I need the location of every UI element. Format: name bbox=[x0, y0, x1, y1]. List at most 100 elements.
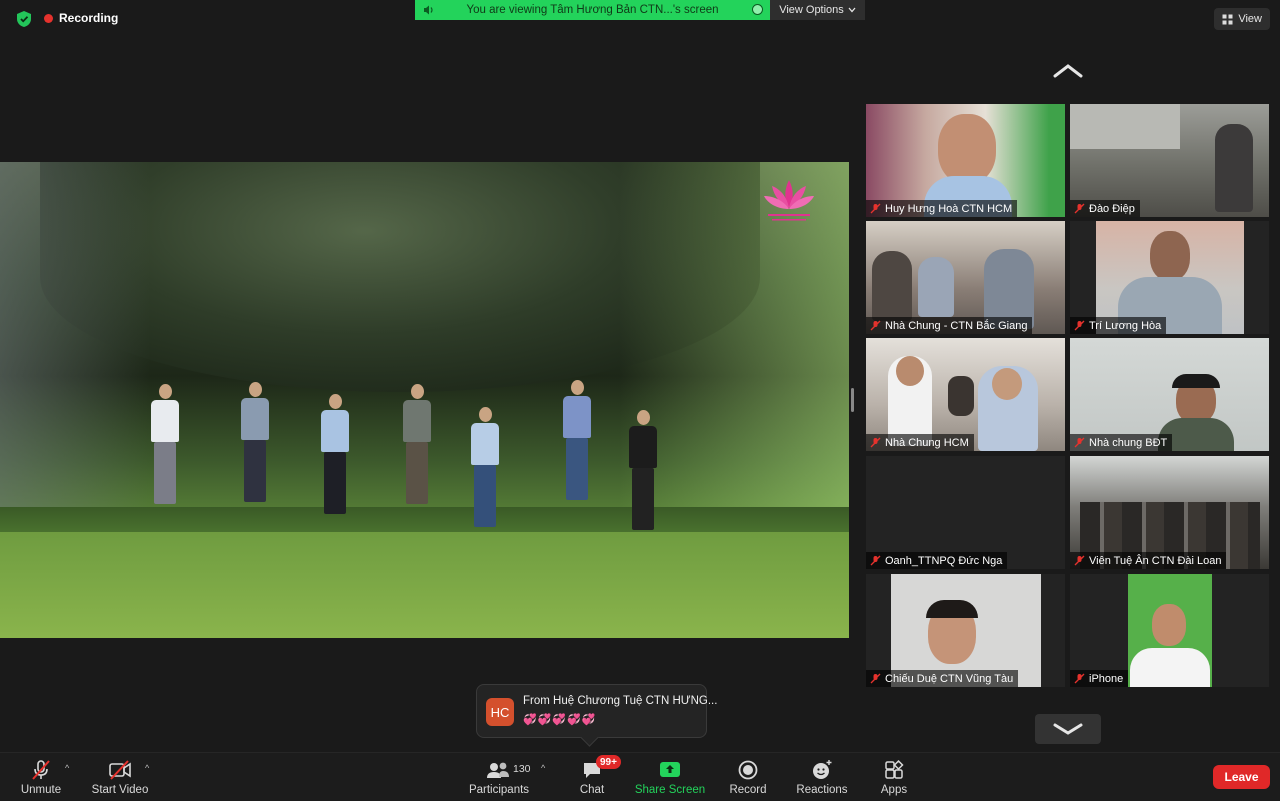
reactions-button[interactable]: Reactions bbox=[794, 756, 850, 798]
start-video-label: Start Video bbox=[91, 784, 149, 796]
chevron-down-icon bbox=[1053, 723, 1083, 735]
participant-name: Huy Hưng Hoà CTN HCM bbox=[885, 202, 1013, 215]
participant-name: Nhà Chung - CTN Bắc Giang bbox=[885, 319, 1028, 332]
participant-name: Chiếu Duệ CTN Vũng Tàu bbox=[885, 672, 1014, 685]
start-video-button[interactable]: Start Video bbox=[90, 756, 150, 798]
participant-tile[interactable]: Nhà Chung - CTN Bắc Giang bbox=[866, 221, 1065, 334]
mic-muted-icon bbox=[870, 437, 881, 448]
share-screen-button[interactable]: Share Screen bbox=[632, 756, 708, 798]
participants-label: Participants bbox=[468, 784, 530, 796]
video-person bbox=[238, 382, 272, 522]
chat-unread-badge: 99+ bbox=[596, 755, 621, 769]
participant-name: Nhà chung BĐT bbox=[1089, 436, 1168, 449]
participant-tile[interactable]: Huy Hưng Hoà CTN HCM bbox=[866, 104, 1065, 217]
toast-tail bbox=[580, 728, 599, 747]
video-person bbox=[148, 384, 182, 524]
participant-tile[interactable]: Đào Điệp bbox=[1070, 104, 1269, 217]
participant-tile[interactable]: Oanh_TTNPQ Đức Nga bbox=[866, 456, 1065, 569]
shared-screen-video[interactable] bbox=[0, 162, 849, 638]
chat-label: Chat bbox=[579, 784, 605, 796]
leave-button[interactable]: Leave bbox=[1213, 765, 1270, 789]
participants-caret-icon[interactable]: ^ bbox=[541, 763, 545, 773]
record-label: Record bbox=[729, 784, 767, 796]
lotus-logo-icon bbox=[764, 180, 814, 221]
view-options-button[interactable]: View Options bbox=[770, 0, 865, 20]
participant-name-tag: Nhà chung BĐT bbox=[1070, 434, 1173, 451]
video-person bbox=[626, 410, 660, 550]
record-icon bbox=[738, 760, 758, 780]
participant-tile[interactable]: Chiếu Duệ CTN Vũng Tàu bbox=[866, 574, 1065, 687]
grass-lawn bbox=[0, 532, 849, 638]
mic-muted-icon bbox=[1074, 555, 1085, 566]
mic-muted-icon bbox=[1074, 203, 1085, 214]
participant-name: Đào Điệp bbox=[1089, 202, 1135, 215]
video-person bbox=[468, 407, 502, 547]
apps-label: Apps bbox=[880, 784, 908, 796]
participant-name: Nhà Chung HCM bbox=[885, 436, 969, 449]
gallery-scroll-up-icon[interactable] bbox=[1052, 62, 1084, 80]
panel-resize-handle[interactable] bbox=[851, 388, 854, 412]
share-banner-text: You are viewing Tâm Hương Bản CTN...'s s… bbox=[466, 4, 719, 16]
chat-sender-text: From Huệ Chương Tuệ CTN HƯNG... bbox=[523, 695, 718, 707]
unmute-button[interactable]: Unmute bbox=[16, 756, 66, 798]
mic-muted-icon bbox=[1074, 437, 1085, 448]
recording-dot-icon bbox=[44, 13, 53, 23]
participant-tile[interactable]: iPhone bbox=[1070, 574, 1269, 687]
view-button-label: View bbox=[1238, 13, 1262, 25]
chat-notification[interactable]: HC From Huệ Chương Tuệ CTN HƯNG... 💞💞💞💞💞 bbox=[476, 684, 717, 747]
participant-tile[interactable]: Trí Lương Hòa bbox=[1070, 221, 1269, 334]
video-off-icon bbox=[109, 760, 131, 780]
reactions-label: Reactions bbox=[796, 784, 848, 796]
participant-name-tag: Viên Tuệ Ân CTN Đài Loan bbox=[1070, 552, 1227, 569]
apps-button[interactable]: Apps bbox=[874, 756, 914, 798]
participant-tile[interactable]: Nhà chung BĐT bbox=[1070, 338, 1269, 451]
participant-tile[interactable]: Viên Tuệ Ân CTN Đài Loan bbox=[1070, 456, 1269, 569]
sender-avatar: HC bbox=[486, 698, 514, 726]
participant-name-tag: Nhà Chung - CTN Bắc Giang bbox=[866, 317, 1033, 334]
participant-name-tag: iPhone bbox=[1070, 670, 1129, 687]
view-options-label: View Options bbox=[779, 4, 844, 16]
apps-icon bbox=[885, 759, 904, 779]
unmute-label: Unmute bbox=[20, 784, 62, 796]
participant-name-tag: Nhà Chung HCM bbox=[866, 434, 974, 451]
chevron-down-icon bbox=[848, 7, 856, 13]
mic-muted-icon bbox=[32, 760, 50, 780]
participant-name: Viên Tuệ Ân CTN Đài Loan bbox=[1089, 554, 1222, 567]
participants-icon bbox=[487, 762, 509, 778]
participant-name: iPhone bbox=[1089, 672, 1124, 685]
audio-options-caret-icon[interactable]: ^ bbox=[65, 763, 69, 773]
grid-view-icon bbox=[1222, 14, 1233, 24]
screen-share-banner: You are viewing Tâm Hương Bản CTN...'s s… bbox=[415, 0, 770, 20]
record-button[interactable]: Record bbox=[726, 756, 770, 798]
participant-name-tag: Chiếu Duệ CTN Vũng Tàu bbox=[866, 670, 1019, 687]
participant-name-tag: Trí Lương Hòa bbox=[1070, 317, 1167, 334]
mic-muted-icon bbox=[870, 673, 881, 684]
top-bar: Recording You are viewing Tâm Hương Bản … bbox=[0, 0, 1280, 38]
participant-tile[interactable]: Nhà Chung HCM bbox=[866, 338, 1065, 451]
video-person bbox=[318, 394, 352, 534]
mic-muted-icon bbox=[1074, 320, 1085, 331]
share-screen-label: Share Screen bbox=[634, 784, 706, 796]
participant-name: Oanh_TTNPQ Đức Nga bbox=[885, 554, 1003, 567]
share-status-icon bbox=[752, 4, 763, 15]
recording-label: Recording bbox=[59, 11, 119, 25]
video-person bbox=[400, 384, 434, 524]
share-screen-icon bbox=[660, 762, 680, 777]
recording-indicator[interactable]: Recording bbox=[44, 11, 118, 25]
video-person bbox=[560, 380, 594, 520]
gallery-scroll-down-button[interactable] bbox=[1035, 714, 1101, 744]
participants-count: 130 bbox=[513, 763, 531, 775]
mic-muted-icon bbox=[870, 203, 881, 214]
mic-muted-icon bbox=[1074, 673, 1085, 684]
view-button[interactable]: View bbox=[1214, 8, 1270, 30]
participant-name-tag: Đào Điệp bbox=[1070, 200, 1140, 217]
smiley-plus-icon bbox=[813, 760, 832, 779]
security-shield-icon[interactable] bbox=[14, 9, 34, 29]
participant-name: Trí Lương Hòa bbox=[1089, 319, 1162, 332]
chat-message-text: 💞💞💞💞💞 bbox=[523, 714, 597, 726]
participant-name-tag: Huy Hưng Hoà CTN HCM bbox=[866, 200, 1018, 217]
mic-muted-icon bbox=[870, 555, 881, 566]
mic-muted-icon bbox=[870, 320, 881, 331]
video-options-caret-icon[interactable]: ^ bbox=[145, 763, 149, 773]
speaker-icon bbox=[424, 5, 433, 15]
